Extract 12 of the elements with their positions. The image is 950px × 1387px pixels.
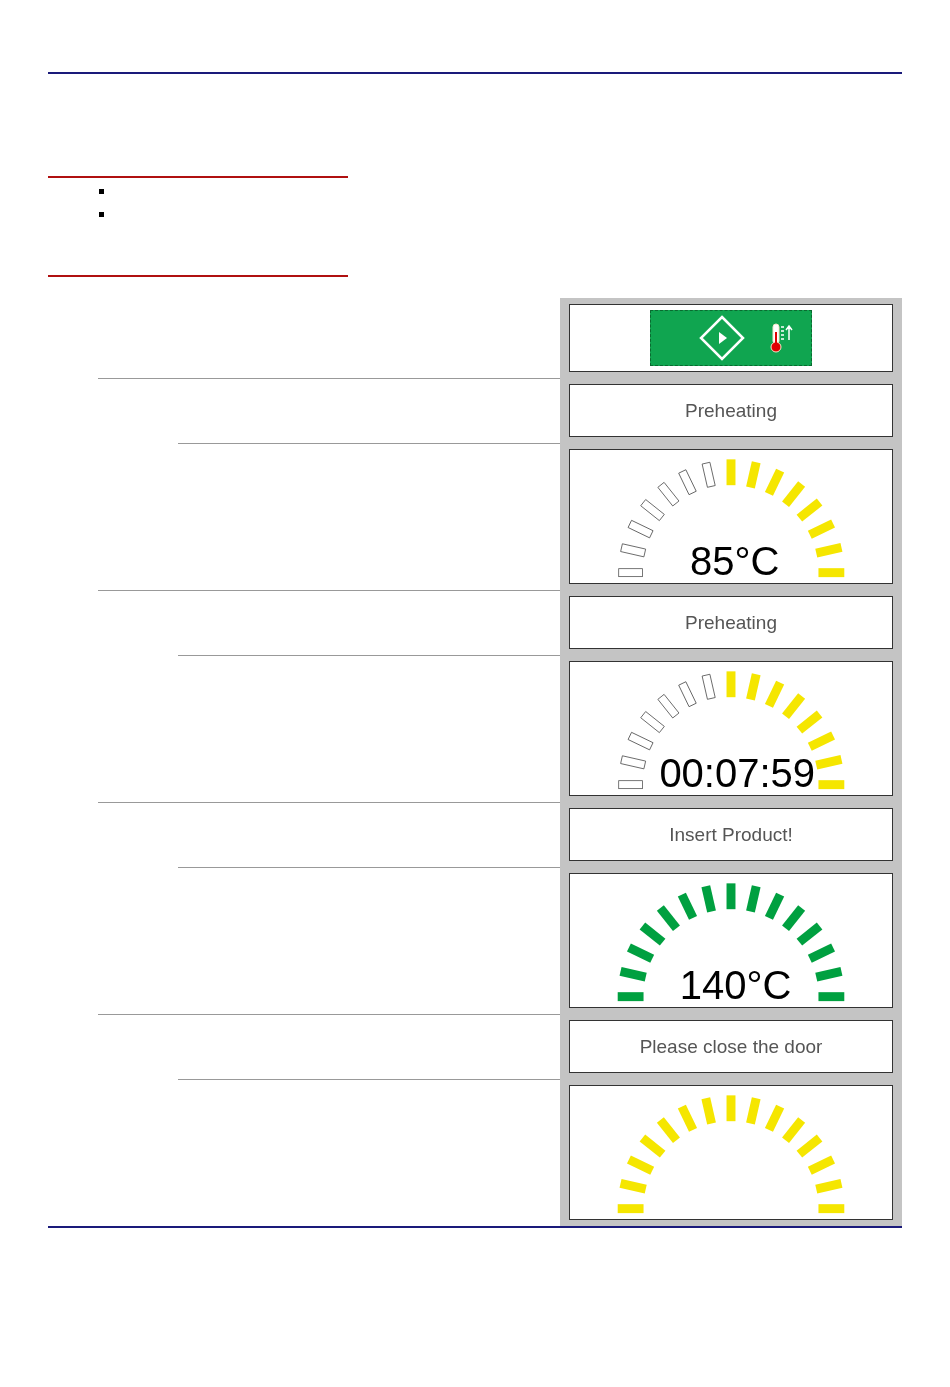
status-message: Please close the door: [639, 1035, 823, 1058]
status-message: Preheating: [685, 399, 777, 422]
gauge-reading: 00:07:59: [659, 753, 816, 793]
gauge-reading: 85°C: [689, 541, 780, 581]
list-bullet: [99, 189, 104, 194]
status-message: Insert Product!: [669, 823, 793, 846]
play-icon: [698, 314, 746, 362]
start-button[interactable]: [650, 310, 812, 366]
list-bullet: [99, 212, 104, 217]
gauge-reading: 140°C: [679, 965, 792, 1005]
status-message: Preheating: [685, 611, 777, 634]
thermometer-icon: [768, 322, 794, 354]
